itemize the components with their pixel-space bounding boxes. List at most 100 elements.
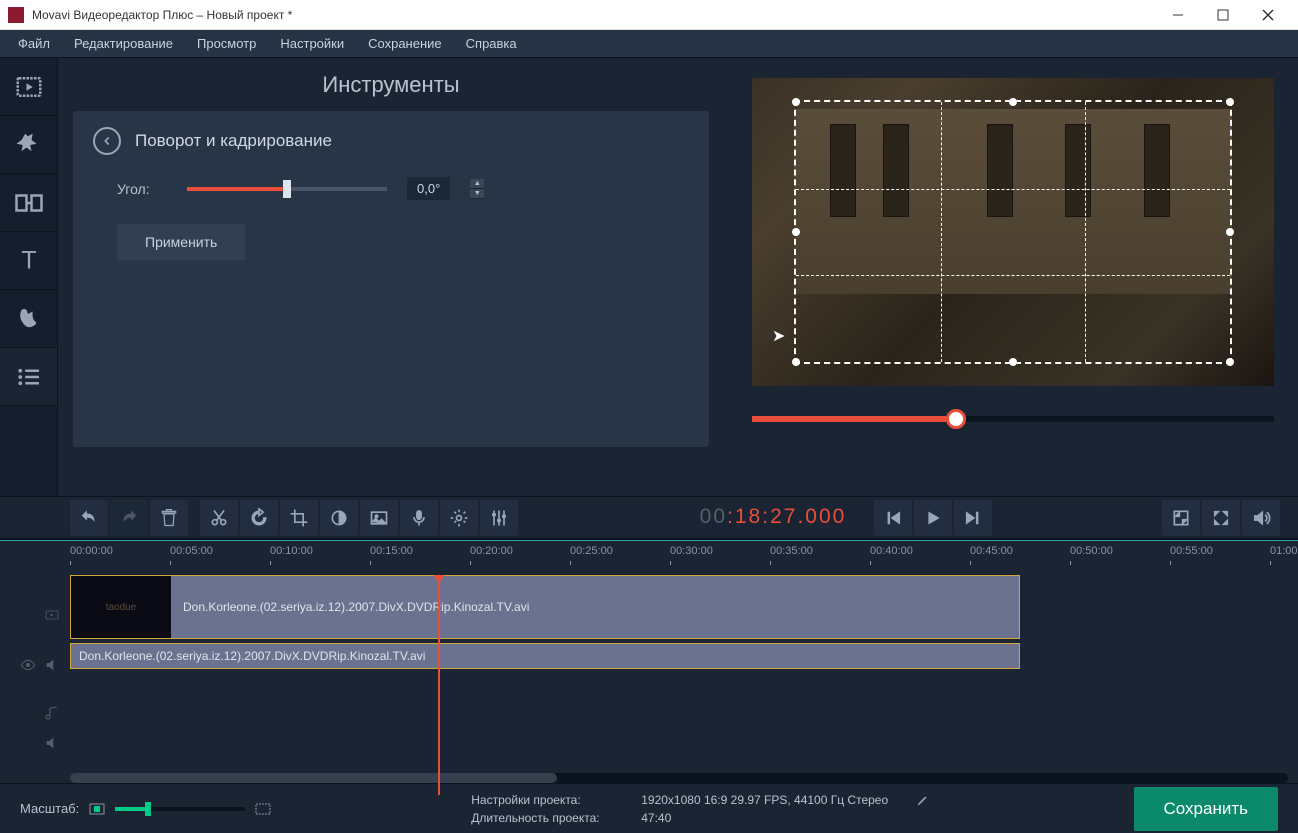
video-clip[interactable]: taodue Don.Korleone.(02.seriya.iz.12).20…: [70, 575, 1020, 639]
maximize-button[interactable]: [1200, 1, 1245, 29]
menubar: Файл Редактирование Просмотр Настройки С…: [0, 30, 1298, 58]
statusbar: Масштаб: Настройки проекта: 1920x1080 16…: [0, 783, 1298, 833]
preview-area: ➤: [728, 58, 1298, 496]
crop-handle-tr[interactable]: [1226, 98, 1234, 106]
ruler-tick: 00:50:00: [1070, 545, 1113, 557]
playhead[interactable]: [438, 575, 440, 795]
mic-button[interactable]: [400, 500, 438, 536]
angle-value[interactable]: 0,0°: [407, 177, 450, 200]
equalizer-button[interactable]: [480, 500, 518, 536]
minimize-button[interactable]: [1155, 1, 1200, 29]
crop-handle-bc[interactable]: [1009, 358, 1017, 366]
ruler-tick: 01:00: [1270, 545, 1298, 557]
play-button[interactable]: [914, 500, 952, 536]
menu-help[interactable]: Справка: [456, 32, 527, 55]
redo-button[interactable]: [110, 500, 148, 536]
menu-file[interactable]: Файл: [8, 32, 60, 55]
crop-handle-tl[interactable]: [792, 98, 800, 106]
angle-slider-thumb[interactable]: [283, 180, 291, 198]
delete-button[interactable]: [150, 500, 188, 536]
zoom-label: Масштаб:: [20, 801, 79, 816]
rail-stickers-icon[interactable]: [0, 290, 57, 348]
rail-media-icon[interactable]: [0, 58, 57, 116]
zoom-slider-thumb[interactable]: [145, 802, 151, 816]
time-ruler[interactable]: 00:00:00 00:05:00 00:10:00 00:15:00 00:2…: [0, 541, 1298, 565]
audio-clip[interactable]: Don.Korleone.(02.seriya.iz.12).2007.DivX…: [70, 643, 1020, 669]
ruler-tick: 00:10:00: [270, 545, 313, 557]
fullscreen-button[interactable]: [1202, 500, 1240, 536]
music-track[interactable]: [70, 687, 1298, 713]
color-button[interactable]: [320, 500, 358, 536]
rail-more-icon[interactable]: [0, 348, 57, 406]
preview-canvas[interactable]: ➤: [752, 78, 1274, 386]
eye-icon[interactable]: [20, 657, 36, 673]
back-button[interactable]: [93, 127, 121, 155]
angle-step-down[interactable]: ▼: [470, 189, 484, 199]
audio-track[interactable]: Don.Korleone.(02.seriya.iz.12).2007.DivX…: [70, 643, 1298, 669]
menu-settings[interactable]: Настройки: [270, 32, 354, 55]
crop-overlay[interactable]: [794, 100, 1232, 364]
crop-handle-ml[interactable]: [792, 228, 800, 236]
ruler-tick: 00:20:00: [470, 545, 513, 557]
cut-button[interactable]: [200, 500, 238, 536]
clip-label: Don.Korleone.(02.seriya.iz.12).2007.DivX…: [183, 600, 529, 614]
crop-button[interactable]: [280, 500, 318, 536]
toolbar: 00:18:27.000: [0, 496, 1298, 540]
ruler-tick: 00:25:00: [570, 545, 613, 557]
apply-button[interactable]: Применить: [117, 224, 245, 260]
speaker2-icon[interactable]: [0, 735, 70, 751]
app-icon: [8, 7, 24, 23]
ruler-tick: 00:00:00: [70, 545, 113, 557]
edit-settings-icon[interactable]: [916, 793, 930, 807]
menu-edit[interactable]: Редактирование: [64, 32, 183, 55]
video-track[interactable]: taodue Don.Korleone.(02.seriya.iz.12).20…: [70, 575, 1298, 639]
ruler-tick: 00:40:00: [870, 545, 913, 557]
zoom-in-icon[interactable]: [255, 803, 271, 815]
timeline-scrollbar[interactable]: [70, 773, 1288, 783]
save-button[interactable]: Сохранить: [1134, 787, 1278, 831]
playback-slider[interactable]: [752, 416, 1274, 422]
video-track-icon[interactable]: [0, 607, 70, 623]
playback-slider-thumb[interactable]: [946, 409, 966, 429]
next-button[interactable]: [954, 500, 992, 536]
ruler-tick: 00:45:00: [970, 545, 1013, 557]
crop-handle-tc[interactable]: [1009, 98, 1017, 106]
crop-handle-bl[interactable]: [792, 358, 800, 366]
scrollbar-thumb[interactable]: [70, 773, 557, 783]
zoom-slider[interactable]: [115, 807, 245, 811]
crop-handle-br[interactable]: [1226, 358, 1234, 366]
menu-save[interactable]: Сохранение: [358, 32, 452, 55]
proj-duration-value: 47:40: [641, 811, 671, 825]
audio-track-header[interactable]: [0, 657, 70, 673]
detach-button[interactable]: [1162, 500, 1200, 536]
speaker-icon[interactable]: [44, 657, 60, 673]
clip-label: Don.Korleone.(02.seriya.iz.12).2007.DivX…: [79, 649, 425, 663]
cursor-icon: ➤: [772, 326, 785, 346]
crop-handle-mr[interactable]: [1226, 228, 1234, 236]
angle-step-up[interactable]: ▲: [470, 179, 484, 189]
proj-duration-label: Длительность проекта:: [471, 811, 621, 825]
ruler-tick: 00:15:00: [370, 545, 413, 557]
rail-transitions-icon[interactable]: [0, 174, 57, 232]
angle-label: Угол:: [117, 181, 167, 197]
window-title: Movavi Видеоредактор Плюс – Новый проект…: [32, 8, 1155, 22]
tools-card: Поворот и кадрирование Угол: 0,0° ▲ ▼ Пр…: [72, 110, 710, 448]
zoom-out-icon[interactable]: [89, 803, 105, 815]
close-button[interactable]: [1245, 1, 1290, 29]
rotate-button[interactable]: [240, 500, 278, 536]
proj-settings-label: Настройки проекта:: [471, 793, 621, 807]
music-track-icon[interactable]: [0, 705, 70, 721]
rail-titles-icon[interactable]: T: [0, 232, 57, 290]
menu-view[interactable]: Просмотр: [187, 32, 266, 55]
titlebar: Movavi Видеоредактор Плюс – Новый проект…: [0, 0, 1298, 30]
picture-button[interactable]: [360, 500, 398, 536]
undo-button[interactable]: [70, 500, 108, 536]
prev-button[interactable]: [874, 500, 912, 536]
angle-slider[interactable]: [187, 187, 387, 191]
left-rail: T: [0, 58, 58, 496]
volume-button[interactable]: [1242, 500, 1280, 536]
rail-filters-icon[interactable]: [0, 116, 57, 174]
tools-section-title: Поворот и кадрирование: [135, 131, 332, 151]
gear-button[interactable]: [440, 500, 478, 536]
tools-title: Инструменты: [72, 72, 710, 98]
